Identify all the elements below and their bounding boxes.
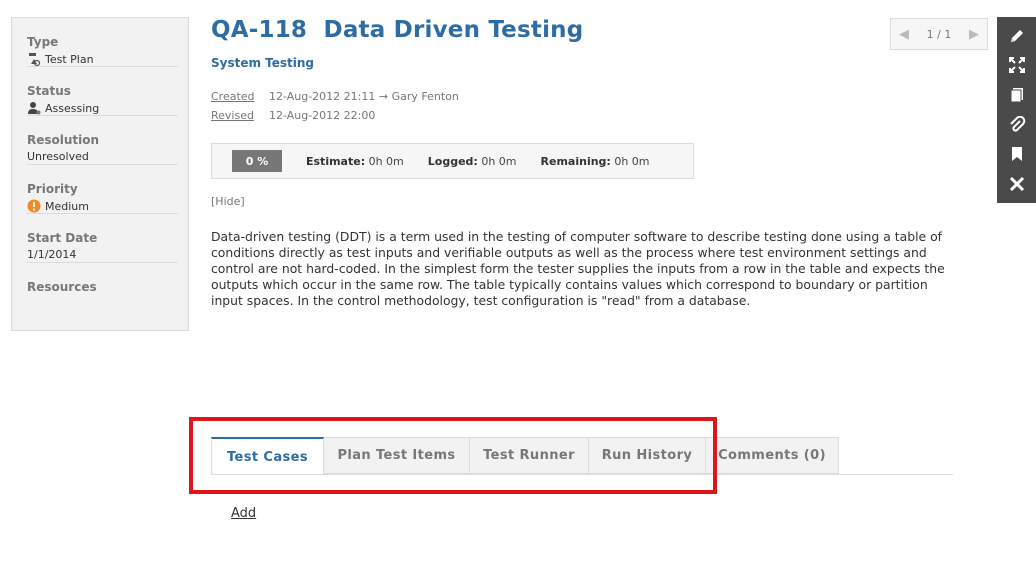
expand-icon[interactable] <box>1005 53 1029 77</box>
created-row: Created 12-Aug-2012 21:11 → Gary Fenton <box>211 90 459 103</box>
action-toolbar <box>997 17 1036 203</box>
priority-label: Priority <box>27 182 78 196</box>
resolution-value: Unresolved <box>27 150 89 163</box>
person-icon <box>27 101 41 115</box>
paperclip-icon[interactable] <box>1005 113 1029 137</box>
resources-field: Resources <box>27 263 178 312</box>
priority-value: Medium <box>45 199 89 213</box>
add-link[interactable]: Add <box>231 506 256 521</box>
page-title: QA-118 Data Driven Testing <box>211 17 584 43</box>
estimate-value: 0h 0m <box>368 154 404 168</box>
issue-details-sidebar: Type Test Plan Status Assessing Resoluti… <box>11 17 189 331</box>
exclamation-icon <box>27 199 41 213</box>
logged-label: Logged: <box>427 154 478 168</box>
start-date-value: 1/1/2014 <box>27 248 77 261</box>
progress-percent: 0 % <box>232 150 282 172</box>
priority-field: Priority Medium <box>27 165 178 214</box>
created-value: 12-Aug-2012 21:11 → Gary Fenton <box>269 90 459 103</box>
status-label: Status <box>27 84 71 98</box>
created-label[interactable]: Created <box>211 90 269 103</box>
start-date-field: Start Date 1/1/2014 <box>27 214 178 263</box>
prev-arrow-icon[interactable]: ◀ <box>899 27 909 42</box>
status-field: Status Assessing <box>27 67 178 116</box>
estimate-label: Estimate: <box>306 154 366 168</box>
status-value: Assessing <box>45 101 100 115</box>
revised-label[interactable]: Revised <box>211 109 269 122</box>
revised-row: Revised 12-Aug-2012 22:00 <box>211 109 375 122</box>
revised-value: 12-Aug-2012 22:00 <box>269 109 376 122</box>
resolution-label: Resolution <box>27 133 100 147</box>
logged-value: 0h 0m <box>481 154 517 168</box>
tab-test-cases[interactable]: Test Cases <box>211 437 324 475</box>
record-pager: ◀ 1 / 1 ▶ <box>890 18 988 50</box>
time-tracking-bar: 0 % Estimate: 0h 0m Logged: 0h 0m Remain… <box>211 143 694 179</box>
next-arrow-icon[interactable]: ▶ <box>969 27 979 42</box>
tab-comments[interactable]: Comments (0) <box>706 437 839 474</box>
remaining-label: Remaining: <box>540 154 611 168</box>
tab-plan-test-items[interactable]: Plan Test Items <box>324 437 470 474</box>
resolution-field: Resolution Unresolved <box>27 116 178 165</box>
tab-test-runner[interactable]: Test Runner <box>470 437 589 474</box>
tab-run-history[interactable]: Run History <box>589 437 706 474</box>
project-link[interactable]: System Testing <box>211 56 314 70</box>
resources-label: Resources <box>27 280 97 294</box>
start-date-label: Start Date <box>27 231 98 245</box>
tab-divider <box>211 474 953 475</box>
description-text: Data-driven testing (DDT) is a term used… <box>211 229 945 308</box>
type-value: Test Plan <box>45 52 94 66</box>
close-icon[interactable] <box>1005 172 1029 196</box>
bookmark-icon[interactable] <box>1005 142 1029 166</box>
copy-icon[interactable] <box>1005 83 1029 107</box>
test-plan-icon <box>27 52 41 66</box>
hide-link[interactable]: [Hide] <box>211 195 245 208</box>
remaining-value: 0h 0m <box>614 154 650 168</box>
pager-count: 1 / 1 <box>926 27 952 41</box>
tab-bar: Test Cases Plan Test Items Test Runner R… <box>211 437 839 475</box>
pencil-icon[interactable] <box>1005 24 1029 48</box>
type-field: Type Test Plan <box>27 18 178 67</box>
type-label: Type <box>27 35 59 49</box>
